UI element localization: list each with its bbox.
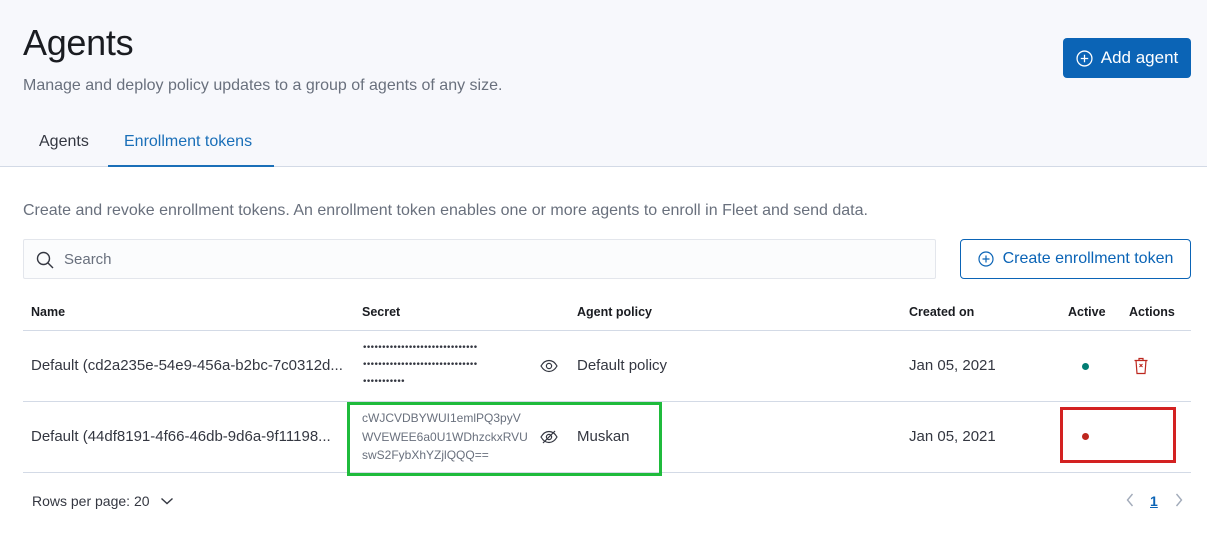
secret-masked-line: ••••••••••• [362,377,406,387]
search-input[interactable] [64,240,924,278]
section-description: Create and revoke enrollment tokens. An … [23,202,868,219]
chevron-down-icon [160,497,173,505]
eye-icon[interactable] [540,359,558,373]
chevron-left-icon[interactable] [1123,490,1137,510]
column-header-created-on: Created on [909,305,975,319]
token-name: Default (44df8191-4f66-46db-9d6a-9f11198… [31,428,331,445]
trash-icon[interactable] [1133,357,1149,375]
page-number[interactable]: 1 [1150,493,1158,509]
plus-in-circle-icon [978,251,994,267]
token-name: Default (cd2a235e-54e9-456a-b2bc-7c0312d… [31,357,343,374]
create-enrollment-token-button[interactable]: Create enrollment token [960,239,1191,279]
column-header-agent-policy: Agent policy [577,305,653,319]
create-enrollment-token-label: Create enrollment token [1002,250,1174,267]
tab-agents[interactable]: Agents [39,133,89,151]
column-header-name: Name [31,305,66,319]
tab-enrollment-tokens[interactable]: Enrollment tokens [124,133,252,151]
created-on: Jan 05, 2021 [909,357,996,374]
search-bar [23,239,936,279]
status-highlight-box [1060,407,1176,463]
table-header-divider [23,330,1191,331]
column-header-actions: Actions [1129,305,1175,319]
chevron-right-icon[interactable] [1172,490,1186,510]
column-header-active: Active [1068,305,1106,319]
secret-masked-line: •••••••••••••••••••••••••••••• [362,360,478,370]
add-agent-button[interactable]: Add agent [1063,38,1191,78]
rows-per-page-label: Rows per page: 20 [32,493,150,509]
created-on: Jan 05, 2021 [909,428,996,445]
page-header: Agents Manage and deploy policy updates … [0,0,1207,167]
plus-in-circle-icon [1076,49,1093,67]
rows-per-page-selector[interactable]: Rows per page: 20 [32,493,174,509]
column-header-secret: Secret [362,305,401,319]
selected-tab-indicator [108,165,274,167]
secret-highlight-box [347,402,662,476]
page-subtitle: Manage and deploy policy updates to a gr… [23,77,503,94]
page-title: Agents [23,22,134,63]
active-status-dot [1082,363,1089,370]
secret-masked-line: •••••••••••••••••••••••••••••• [362,343,478,353]
agent-policy: Default policy [577,357,668,374]
add-agent-label: Add agent [1100,48,1179,67]
search-icon [36,251,54,269]
